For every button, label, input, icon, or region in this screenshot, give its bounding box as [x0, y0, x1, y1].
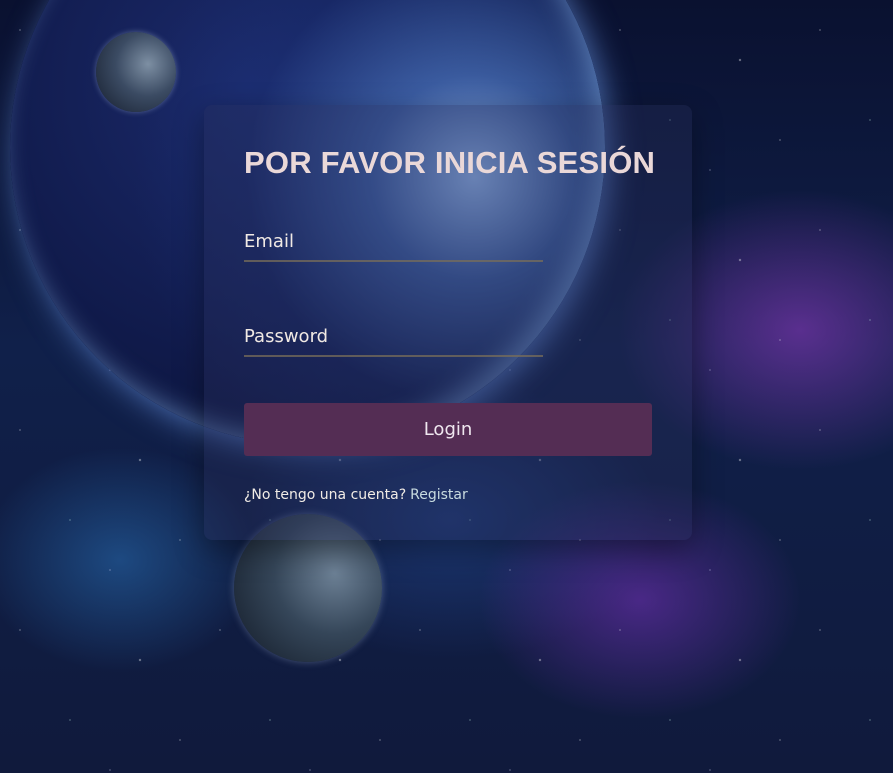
- register-prompt: ¿No tengo una cuenta? Registar: [244, 487, 468, 503]
- login-title: POR FAVOR INICIA SESIÓN: [244, 145, 656, 180]
- email-input[interactable]: [244, 222, 543, 262]
- small-moon-top-image: [96, 32, 176, 112]
- login-card: POR FAVOR INICIA SESIÓN Login ¿No tengo …: [204, 105, 692, 540]
- password-input[interactable]: [244, 317, 543, 357]
- register-link[interactable]: Registar: [410, 487, 468, 503]
- login-button[interactable]: Login: [244, 403, 652, 456]
- no-account-text: ¿No tengo una cuenta?: [244, 487, 407, 503]
- password-field-wrapper: [244, 317, 543, 357]
- email-field-wrapper: [244, 222, 543, 262]
